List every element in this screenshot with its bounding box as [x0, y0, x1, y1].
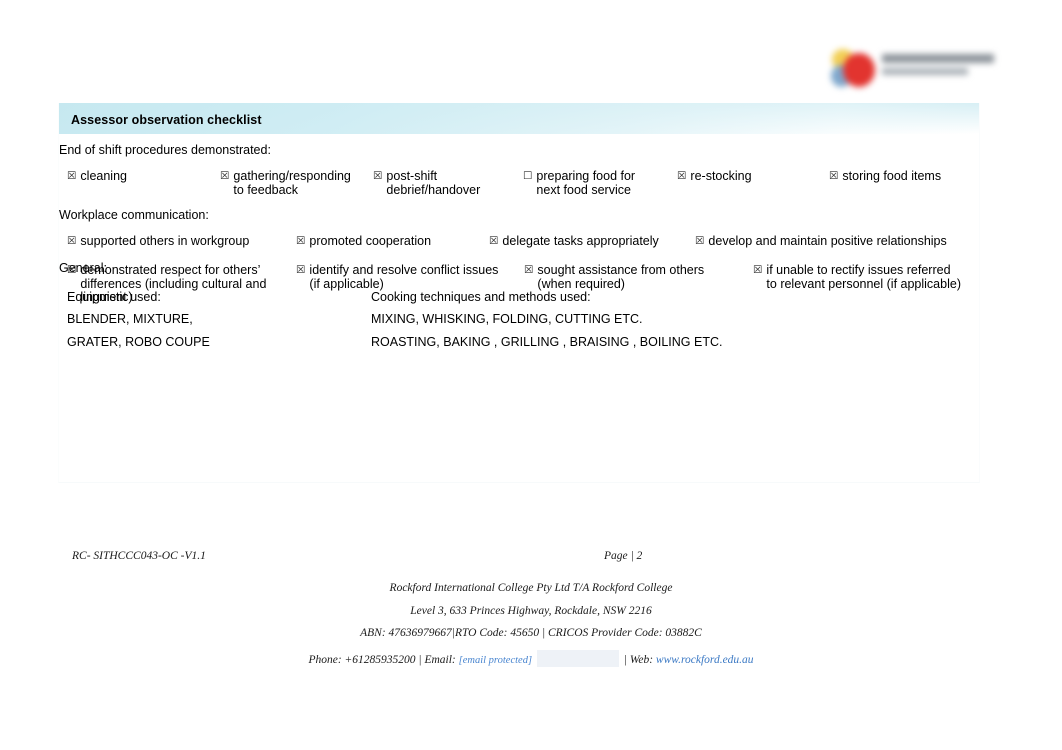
- footer-email-link[interactable]: [email protected]: [459, 655, 532, 666]
- general-column-value: MIXING, WHISKING, FOLDING, CUTTING ETC.: [371, 312, 643, 327]
- checkbox-checked-icon[interactable]: ☒: [373, 170, 382, 183]
- checkbox-label: cleaning: [80, 169, 127, 183]
- logo-blur-wrapper: [828, 44, 998, 96]
- logo-dot-red-icon: [843, 53, 875, 87]
- checkbox-item[interactable]: ☐ preparing food for next food service: [523, 169, 668, 197]
- footer-address: Level 3, 633 Princes Highway, Rockdale, …: [410, 604, 652, 617]
- footer-top-line: RC- SITHCCC043-OC -V1.1 Page | 2: [0, 548, 1062, 571]
- checklist-header: Assessor observation checklist: [59, 103, 979, 134]
- general-column-value: BLENDER, MIXTURE,: [67, 312, 193, 327]
- checkbox-item[interactable]: ☒ develop and maintain positive relations…: [695, 234, 985, 249]
- document-footer: RC- SITHCCC043-OC -V1.1 Page | 2 Rockfor…: [0, 548, 1062, 667]
- checklist-section-workplace-communication: Workplace communication: ☒ supported other…: [59, 208, 979, 304]
- checkbox-label: promoted cooperation: [309, 234, 432, 248]
- footer-center-block: Rockford International College Pty Ltd T…: [0, 582, 1062, 667]
- checklist-section-general: General: Equipment used: BLENDER, MIXTURE,…: [59, 261, 979, 349]
- page-title: Assessor observation checklist: [71, 113, 262, 127]
- section-label-general: General:: [59, 261, 107, 275]
- checkbox-item[interactable]: ☒ post-shift debrief/handover: [373, 169, 518, 197]
- footer-registration: ABN: 47636979667|RTO Code: 45650 | CRICO…: [360, 627, 702, 639]
- checkbox-checked-icon[interactable]: ☒: [296, 235, 305, 248]
- footer-phone: Phone: +61285935200 | Email:: [308, 653, 456, 666]
- checkbox-checked-icon[interactable]: ☒: [695, 235, 704, 248]
- document-code: RC- SITHCCC043-OC -V1.1: [72, 550, 206, 562]
- logo-wordmark-line-1: [882, 54, 994, 63]
- section-label-workplace-communication: Workplace communication:: [59, 208, 209, 222]
- email-highlight-band: [536, 649, 619, 667]
- checkbox-checked-icon[interactable]: ☒: [67, 170, 76, 183]
- checkbox-label: preparing food for next food service: [536, 169, 636, 197]
- general-column-heading: Equipment used:: [67, 290, 161, 304]
- checkbox-label: develop and maintain positive relationsh…: [708, 234, 947, 248]
- checkbox-checked-icon[interactable]: ☒: [220, 170, 229, 183]
- checklist-section-end-of-shift: End of shift procedures demonstrated: ☒ cl…: [59, 143, 979, 196]
- checkbox-checked-icon[interactable]: ☒: [829, 170, 838, 183]
- checkbox-item[interactable]: ☒ supported others in workgroup: [67, 234, 297, 249]
- general-column: Equipment used: BLENDER, MIXTURE, GRATER, …: [67, 286, 367, 353]
- checkbox-item[interactable]: ☒ storing food items: [829, 169, 979, 184]
- section-label-end-of-shift: End of shift procedures demonstrated:: [59, 143, 271, 157]
- logo-wordmark-line-2: [882, 68, 968, 75]
- page-number: Page | 2: [604, 550, 643, 562]
- general-column-heading: Cooking techniques and methods used:: [371, 290, 591, 304]
- footer-organisation: Rockford International College Pty Ltd T…: [389, 582, 673, 594]
- checkbox-item[interactable]: ☒ promoted cooperation: [296, 234, 486, 249]
- checkbox-label: re-stocking: [690, 169, 752, 183]
- checklist-panel: Assessor observation checklist End of sh…: [58, 103, 980, 483]
- footer-web-link[interactable]: www.rockford.edu.au: [656, 654, 754, 666]
- general-column: Cooking techniques and methods used: MIXI…: [371, 286, 961, 353]
- checkbox-checked-icon[interactable]: ☒: [677, 170, 686, 183]
- logo-wordmark: [882, 54, 994, 75]
- logo-mark: [830, 48, 876, 92]
- checkbox-label: gathering/responding to feedback: [233, 169, 351, 197]
- checkbox-label: post-shift debrief/handover: [386, 169, 481, 197]
- checkbox-checked-icon[interactable]: ☒: [489, 235, 498, 248]
- logo: [828, 44, 998, 96]
- checkbox-item[interactable]: ☒ gathering/responding to feedback: [220, 169, 365, 197]
- checkbox-label: delegate tasks appropriately: [502, 234, 659, 248]
- checkbox-checked-icon[interactable]: ☒: [67, 235, 76, 248]
- checkbox-item[interactable]: ☒ cleaning: [67, 169, 207, 184]
- checkbox-empty-icon[interactable]: ☐: [523, 170, 532, 183]
- checkbox-item[interactable]: ☒ re-stocking: [677, 169, 822, 184]
- footer-contact-line: Phone: +61285935200 | Email: [email prot…: [308, 649, 754, 667]
- general-column-value: GRATER, ROBO COUPE: [67, 334, 210, 349]
- checkbox-item[interactable]: ☒ delegate tasks appropriately: [489, 234, 689, 249]
- checkbox-label: supported others in workgroup: [80, 234, 250, 248]
- general-column-value: ROASTING, BAKING , GRILLING , BRAISING ,…: [371, 334, 723, 349]
- footer-web-label: | Web:: [623, 653, 654, 666]
- checkbox-label: storing food items: [842, 169, 942, 183]
